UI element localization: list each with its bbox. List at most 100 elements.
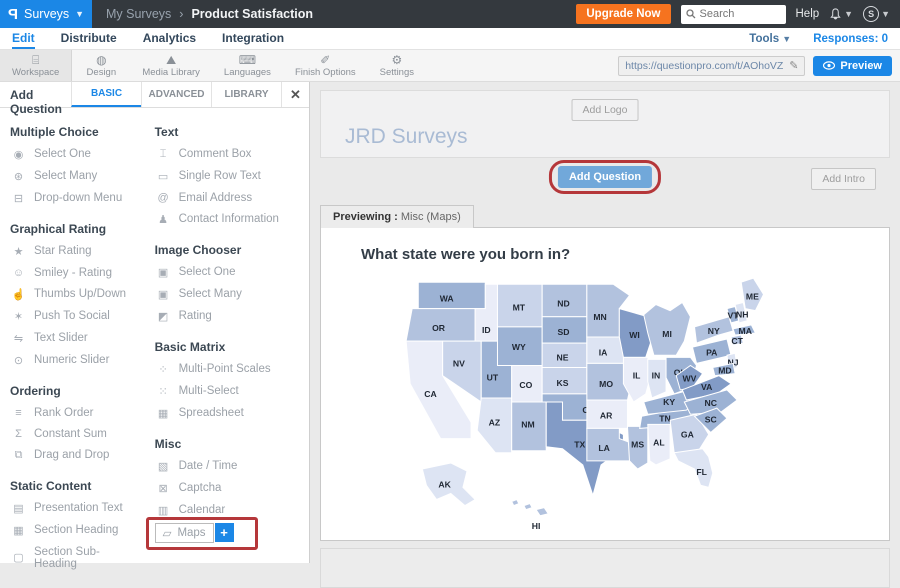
state-fl[interactable] xyxy=(674,449,713,488)
panel-tab-library[interactable]: LIBRARY xyxy=(211,82,281,107)
question-type-presentation-text[interactable]: ▤Presentation Text xyxy=(10,497,141,519)
question-type-section-sub-heading[interactable]: ▢Section Sub-Heading xyxy=(10,541,141,574)
question-type-select-one[interactable]: ▣ Select One xyxy=(155,261,301,283)
section-heading-icon: ▦ xyxy=(10,524,27,537)
survey-url-input[interactable] xyxy=(625,60,783,72)
us-map[interactable]: WAORCAIDNVUTAZMTWYCONMNDSDNEKSOKTXMNIAMO… xyxy=(393,270,801,537)
chevron-down-icon: ▼ xyxy=(844,9,853,19)
question-type-columns: Multiple Choice◉Select One⊛Select Many⊟D… xyxy=(0,108,309,574)
responses-count-link[interactable]: Responses: 0 xyxy=(813,33,888,45)
question-type-numeric-slider[interactable]: ⊙Numeric Slider xyxy=(10,349,141,371)
question-type-select-one[interactable]: ◉Select One xyxy=(10,143,141,165)
tools-menu[interactable]: Tools ▼ xyxy=(749,33,791,45)
question-type-contact-information[interactable]: ♟Contact Information xyxy=(155,208,301,230)
edit-url-pencil-icon[interactable]: ✎ xyxy=(789,59,798,72)
toolbar-item-design[interactable]: ◍Design xyxy=(72,50,130,81)
question-type-rank-order[interactable]: ≡Rank Order xyxy=(10,402,141,423)
question-type-multi-select[interactable]: ⁙Multi-Select xyxy=(155,380,301,402)
state-label-az: AZ xyxy=(489,417,501,427)
question-type-maps-row: ▱Maps+ xyxy=(155,523,301,543)
state-label-pa: PA xyxy=(706,347,717,357)
nav-tab-analytics[interactable]: Analytics xyxy=(143,29,196,49)
preview-button[interactable]: Preview xyxy=(813,56,892,76)
nav-tab-distribute[interactable]: Distribute xyxy=(61,29,117,49)
question-type-column: Text ⌶Comment Box▭Single Row Text@Email A… xyxy=(155,112,301,574)
question-type-label: Numeric Slider xyxy=(34,354,109,366)
state-label-co: CO xyxy=(519,380,532,390)
question-type-select-many[interactable]: ⊛Select Many xyxy=(10,165,141,187)
breadcrumb-parent[interactable]: My Surveys xyxy=(106,7,171,21)
upgrade-now-button[interactable]: Upgrade Now xyxy=(576,4,670,24)
question-type-thumbs-up-down[interactable]: ☝Thumbs Up/Down xyxy=(10,283,141,305)
state-label-nv: NV xyxy=(453,358,465,368)
question-type-rating[interactable]: ◩Rating xyxy=(155,305,301,327)
state-label-sd: SD xyxy=(557,327,569,337)
date-time-icon: ▧ xyxy=(155,460,172,473)
email-address-icon: @ xyxy=(155,192,172,204)
add-maps-question-button[interactable]: + xyxy=(215,523,234,542)
question-type-push-to-social[interactable]: ✶Push To Social xyxy=(10,305,141,327)
question-type-star-rating[interactable]: ★Star Rating xyxy=(10,240,141,262)
languages-icon: ⌨ xyxy=(239,54,256,66)
global-search[interactable] xyxy=(681,5,786,24)
question-type-drag-and-drop[interactable]: ⧉Drag and Drop xyxy=(10,444,141,466)
state-label-wy: WY xyxy=(512,342,526,352)
state-label-wa: WA xyxy=(440,293,454,303)
workspace-icon: ⌸ xyxy=(32,54,39,66)
question-type-spreadsheet[interactable]: ▦Spreadsheet xyxy=(155,402,301,424)
state-hi[interactable] xyxy=(512,500,549,516)
notifications-menu[interactable]: ▼ xyxy=(829,8,853,21)
panel-tab-advanced[interactable]: ADVANCED xyxy=(141,82,211,107)
app-logo-surveys-menu[interactable]: P Surveys ▼ xyxy=(0,0,92,28)
toolbar-item-workspace[interactable]: ⌸Workspace xyxy=(0,50,72,81)
question-type-single-row-text[interactable]: ▭Single Row Text xyxy=(155,165,301,187)
question-type-maps[interactable]: ▱Maps xyxy=(155,523,214,543)
question-type-label: Rating xyxy=(179,310,212,322)
questionpro-logo-icon: P xyxy=(8,6,18,23)
question-type-smiley-rating[interactable]: ☺Smiley - Rating xyxy=(10,262,141,283)
multi-point-scales-icon: ⁘ xyxy=(155,363,172,376)
panel-tabs: BASICADVANCEDLIBRARY xyxy=(71,82,281,107)
question-type-constant-sum[interactable]: ΣConstant Sum xyxy=(10,423,141,444)
survey-title[interactable]: JRD Surveys xyxy=(345,125,468,149)
question-type-label: Select One xyxy=(179,266,236,278)
question-type-captcha[interactable]: ⊠Captcha xyxy=(155,477,301,499)
question-type-multi-point-scales[interactable]: ⁘Multi-Point Scales xyxy=(155,358,301,380)
state-label-nc: NC xyxy=(705,398,717,408)
state-label-in: IN xyxy=(652,371,661,381)
question-type-label: Select One xyxy=(34,148,91,160)
top-bar: P Surveys ▼ My Surveys › Product Satisfa… xyxy=(0,0,900,28)
previewing-tab: Previewing : Misc (Maps) xyxy=(320,205,474,228)
toolbar-item-finish-options[interactable]: ✐Finish Options xyxy=(283,50,368,81)
bell-icon xyxy=(829,8,842,21)
close-icon[interactable]: ✕ xyxy=(281,82,309,107)
search-input[interactable] xyxy=(700,8,780,20)
add-intro-button[interactable]: Add Intro xyxy=(811,168,876,190)
nav-tab-edit[interactable]: Edit xyxy=(12,29,35,49)
survey-canvas: Add Logo JRD Surveys Add Question Add In… xyxy=(310,82,900,563)
toolbar-item-media-library[interactable]: ⛰Media Library xyxy=(130,50,212,81)
question-type-label: Push To Social xyxy=(34,310,110,322)
question-type-email-address[interactable]: @Email Address xyxy=(155,187,301,208)
toolbar-item-settings[interactable]: ⚙Settings xyxy=(368,50,426,81)
question-type-calendar[interactable]: ▥Calendar xyxy=(155,499,301,521)
help-link[interactable]: Help xyxy=(796,8,820,20)
add-logo-button[interactable]: Add Logo xyxy=(572,99,639,121)
question-type-label: Spreadsheet xyxy=(179,407,244,419)
question-type-date-time[interactable]: ▧Date / Time xyxy=(155,455,301,477)
nav-tab-integration[interactable]: Integration xyxy=(222,29,284,49)
toolbar-item-languages[interactable]: ⌨Languages xyxy=(212,50,283,81)
question-type-section-heading[interactable]: ▦Section Heading xyxy=(10,519,141,541)
add-question-button[interactable]: Add Question xyxy=(558,166,652,188)
select-one-icon: ▣ xyxy=(155,266,172,279)
question-type-label: Constant Sum xyxy=(34,428,107,440)
question-type-text-slider[interactable]: ⇋Text Slider xyxy=(10,327,141,349)
question-type-drop-down-menu[interactable]: ⊟Drop-down Menu xyxy=(10,187,141,209)
account-menu[interactable]: S ▼ xyxy=(863,6,890,22)
question-type-select-many[interactable]: ▣Select Many xyxy=(155,283,301,305)
question-type-comment-box[interactable]: ⌶Comment Box xyxy=(155,143,301,165)
question-type-label: Calendar xyxy=(179,504,226,516)
section-heading-text: Text xyxy=(155,125,301,139)
panel-tab-basic[interactable]: BASIC xyxy=(71,82,141,107)
state-label-mo: MO xyxy=(599,379,613,389)
